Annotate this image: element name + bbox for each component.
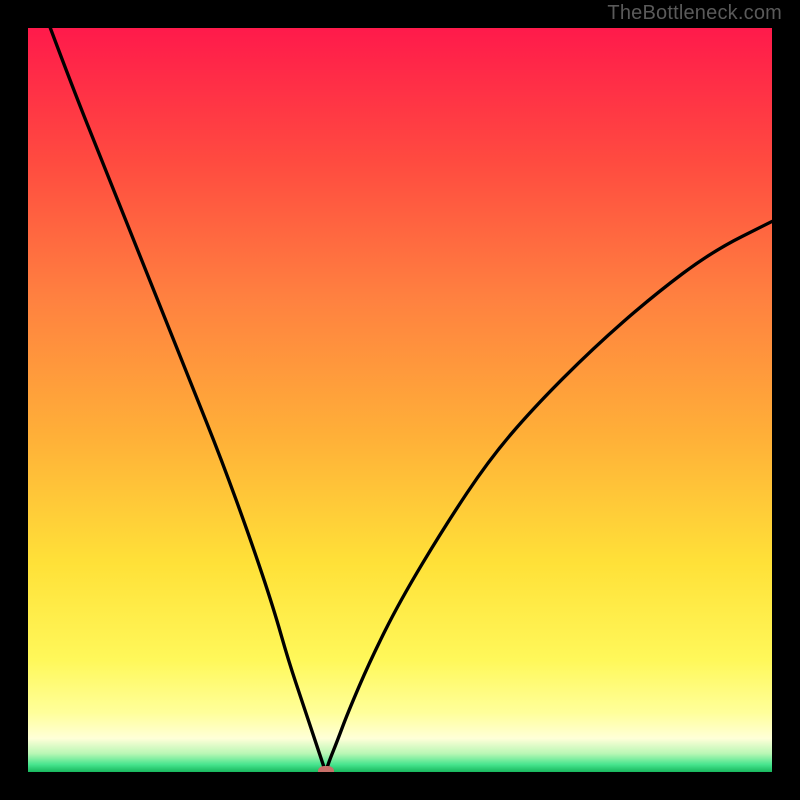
chart-frame: TheBottleneck.com — [0, 0, 800, 800]
background-gradient — [28, 28, 772, 772]
watermark-text: TheBottleneck.com — [607, 2, 782, 25]
optimum-marker — [318, 766, 334, 772]
plot-area — [28, 28, 772, 772]
